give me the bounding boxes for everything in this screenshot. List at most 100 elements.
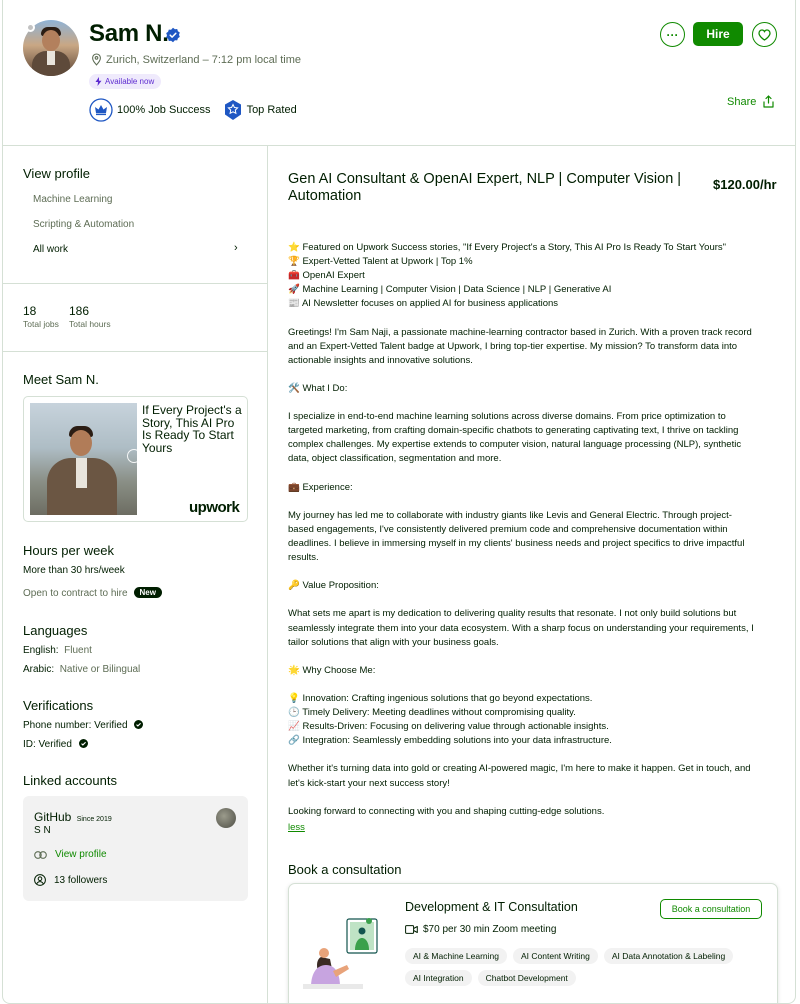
total-hours-label: Total hours (69, 319, 111, 329)
verified-icon (166, 27, 180, 43)
github-avatar (216, 808, 236, 828)
share-icon (763, 95, 774, 108)
consultation-illustration (303, 918, 378, 989)
profile-tab-machine-learning[interactable]: Machine Learning (33, 194, 113, 205)
overview-line: seamlessly integrate them into your data… (288, 622, 754, 634)
video-thumbnail (30, 403, 137, 515)
hours-title: Hours per week (23, 543, 115, 558)
language-name: Arabic: (23, 664, 55, 675)
overview-line: 📈 Results-Driven: Focusing on delivering… (288, 721, 609, 733)
check-circle-icon (78, 739, 88, 748)
skill-tag[interactable]: Chatbot Development (477, 970, 576, 986)
upwork-logo: upwork (189, 499, 240, 516)
freelancer-name: Sam N. (89, 20, 169, 47)
consultation-price-label: $70 per 30 min Zoom meeting (423, 924, 557, 935)
overview-line: deadlines. I believe in immersing myself… (288, 537, 745, 549)
video-caption: If Every Project's a Story, This AI Pro … (142, 403, 242, 455)
book-consultation-button[interactable]: Book a consultation (660, 899, 762, 919)
skill-tag[interactable]: AI Integration (405, 970, 472, 986)
followers-label: 13 followers (54, 874, 108, 886)
phone-verified-label: Phone number: Verified (23, 720, 128, 731)
hourly-rate: $120.00/hr (713, 177, 777, 192)
overview-line: 🔑 Value Proposition: (288, 580, 379, 592)
github-view-profile-link[interactable]: View profile (34, 849, 107, 860)
overview-line: 🕒 Timely Delivery: Meeting deadlines wit… (288, 707, 576, 719)
intro-video-card[interactable]: If Every Project's a Story, This AI Pro … (23, 396, 248, 522)
overview-line: 🏆 Expert-Vetted Talent at Upwork | Top 1… (288, 256, 473, 268)
play-icon[interactable] (127, 449, 141, 463)
github-user: S N (34, 825, 51, 836)
overview-line: 🚀 Machine Learning | Computer Vision | D… (288, 284, 612, 296)
languages-title: Languages (23, 623, 88, 638)
star-badge-icon (224, 100, 241, 120)
heart-icon (758, 28, 771, 41)
video-camera-icon (405, 925, 418, 934)
consultation-card: Development & IT Consultation $70 per 30… (288, 883, 778, 1003)
less-link[interactable]: less (288, 822, 305, 833)
profile-tab-all-work[interactable]: All work (33, 244, 68, 255)
avatar[interactable] (23, 20, 79, 76)
phone-verification: Phone number: Verified (23, 720, 144, 731)
language-arabic: Arabic: Native or Bilingual (23, 664, 140, 675)
check-circle-icon (134, 720, 144, 729)
overview-line: 🌟 Why Choose Me: (288, 664, 376, 676)
overview-line: I specialize in end-to-end machine learn… (288, 411, 726, 423)
contract-to-hire-label: Open to contract to hire (23, 588, 128, 599)
overview-line: Greetings! I'm Sam Naji, a passionate ma… (288, 326, 752, 338)
profile-overview: ⭐ Featured on Upwork Success stories, "I… (288, 241, 780, 819)
more-options-button[interactable]: ··· (660, 22, 685, 47)
skill-tag[interactable]: AI Content Writing (513, 948, 598, 964)
meet-title: Meet Sam N. (23, 372, 99, 387)
view-profile-title: View profile (23, 166, 90, 181)
save-favorite-button[interactable] (752, 22, 777, 47)
crown-icon (89, 98, 113, 122)
total-hours-value: 186 (69, 304, 90, 318)
availability-badge: Available now (89, 74, 162, 89)
overview-line: My journey has led me to collaborate wit… (288, 509, 732, 521)
overview-line: 🛠️ What I Do: (288, 382, 348, 394)
location-pin-icon (92, 53, 101, 66)
profile-header: Sam N. Zurich, Switzerland – 7:12 pm loc… (3, 0, 795, 146)
new-badge: New (133, 587, 162, 598)
lightning-icon (95, 77, 102, 86)
chevron-right-icon: › (234, 242, 238, 254)
profile-headline: Gen AI Consultant & OpenAI Expert, NLP |… (288, 171, 682, 204)
overview-line: tailor solutions that align with your bu… (288, 636, 499, 648)
skill-tag[interactable]: AI Data Annotation & Labeling (603, 948, 734, 964)
status-dot (26, 23, 35, 32)
share-button[interactable]: Share (727, 95, 775, 108)
github-name: GitHub (34, 810, 72, 824)
consultation-tags: AI & Machine Learning AI Content Writing A… (405, 948, 765, 986)
overview-line: What sets me apart is my dedication to d… (288, 608, 737, 620)
total-jobs-stat: 18 Total jobs (23, 304, 59, 329)
overview-line: targeted marketing, from crafting domain… (288, 425, 739, 437)
overview-line: Whether it's turning data into gold or c… (288, 763, 751, 775)
location: Zurich, Switzerland – 7:12 pm local time (91, 53, 301, 66)
top-rated-badge[interactable]: Top Rated (223, 99, 297, 121)
skill-tag[interactable]: AI & Machine Learning (405, 948, 507, 964)
user-icon (34, 874, 46, 886)
overview-line: results. (288, 552, 319, 564)
hours-value: More than 30 hrs/week (23, 565, 125, 576)
availability-text: Available now (105, 77, 155, 86)
total-jobs-value: 18 (23, 304, 37, 318)
total-hours-stat: 186 Total hours (69, 304, 111, 329)
location-text: Zurich, Switzerland – 7:12 pm local time (106, 53, 302, 66)
hire-button[interactable]: Hire (693, 22, 743, 46)
job-success-badge[interactable]: 100% Job Success (89, 98, 211, 122)
top-rated-label: Top Rated (246, 104, 297, 116)
language-level: Native or Bilingual (59, 664, 141, 675)
language-name: English: (23, 645, 59, 656)
divider (3, 283, 268, 284)
overview-line: Looking forward to connecting with you a… (288, 805, 605, 817)
profile-tab-scripting-automation[interactable]: Scripting & Automation (33, 219, 134, 230)
github-since: Since 2019 (76, 816, 112, 823)
